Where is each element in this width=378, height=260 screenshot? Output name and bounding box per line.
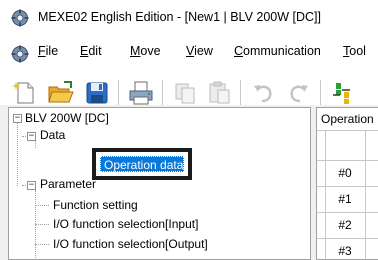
menu-tool[interactable]: Tool (343, 44, 366, 58)
tree-item-operation-data[interactable]: Operation data (100, 156, 184, 172)
toolbar-separator (118, 80, 119, 106)
copy-icon[interactable] (170, 78, 200, 108)
tab-operation[interactable]: Operation (317, 108, 378, 130)
tree-connector (35, 190, 36, 259)
tree-item-root[interactable]: BLV 200W [DC] (25, 110, 109, 126)
save-icon[interactable] (82, 78, 112, 108)
connect-icon[interactable] (328, 78, 358, 108)
menu-file[interactable]: File (38, 44, 58, 58)
operation-data-callout: Operation data (92, 148, 192, 180)
undo-icon[interactable] (248, 78, 278, 108)
toolbar-separator (162, 80, 163, 106)
menu-view[interactable]: View (186, 44, 213, 58)
collapse-data-icon[interactable]: − (27, 132, 36, 141)
open-folder-icon[interactable] (46, 78, 76, 108)
operation-table-panel: Operation #0 #1 #2 #3 (316, 107, 378, 260)
grid-line (317, 186, 378, 187)
grid-line (317, 130, 378, 131)
menu-move[interactable]: Move (130, 44, 161, 58)
table-row-label: #2 (338, 218, 352, 232)
tree-connector (17, 121, 18, 186)
tree-item-function-setting[interactable]: Function setting (53, 197, 138, 213)
system-menu-icon[interactable] (11, 45, 29, 63)
table-row-label: #3 (338, 244, 352, 258)
table-row-label: #0 (338, 166, 352, 180)
tree-connector (35, 244, 49, 245)
tree-item-parameter[interactable]: Parameter (40, 176, 96, 192)
collapse-parameter-icon[interactable]: − (27, 181, 36, 190)
grid-line (317, 160, 378, 161)
toolbar-separator (240, 80, 241, 106)
menu-edit[interactable]: Edit (80, 44, 102, 58)
tree-connector (35, 224, 49, 225)
title-bar: MEXE02 English Edition - [New1 | BLV 200… (0, 0, 378, 36)
grid-line (317, 212, 378, 213)
tree-connector (35, 205, 49, 206)
tree-item-io-output[interactable]: I/O function selection[Output] (53, 236, 208, 252)
app-window: MEXE02 English Edition - [New1 | BLV 200… (0, 0, 378, 260)
tree-item-data[interactable]: Data (40, 127, 65, 143)
content-area: − BLV 200W [DC] − Data Operation data − … (0, 105, 378, 260)
toolbar-separator (320, 80, 321, 106)
new-file-icon[interactable] (10, 78, 40, 108)
window-title: MEXE02 English Edition - [New1 | BLV 200… (38, 10, 321, 24)
tree-panel[interactable]: − BLV 200W [DC] − Data Operation data − … (8, 107, 311, 260)
paste-icon[interactable] (204, 78, 234, 108)
redo-icon[interactable] (284, 78, 314, 108)
menu-communication[interactable]: Communication (234, 44, 321, 58)
app-icon (11, 9, 29, 27)
collapse-root-icon[interactable]: − (13, 114, 22, 123)
grid-line (317, 238, 378, 239)
table-row-label: #1 (338, 192, 352, 206)
tree-item-io-input[interactable]: I/O function selection[Input] (53, 216, 198, 232)
print-icon[interactable] (126, 78, 156, 108)
